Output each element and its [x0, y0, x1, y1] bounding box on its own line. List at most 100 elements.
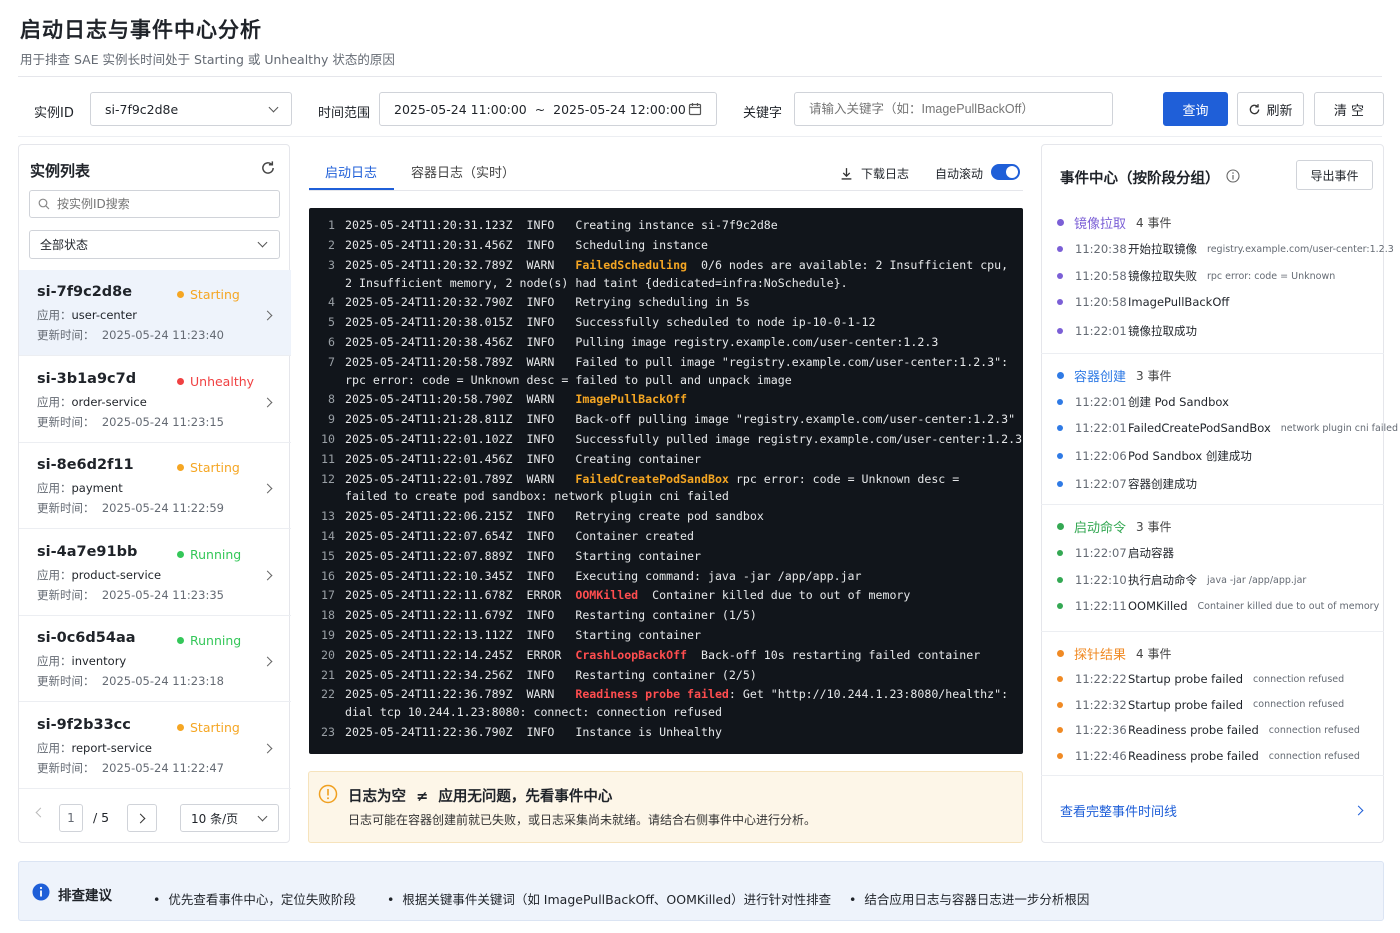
refresh-icon: [1250, 103, 1260, 114]
log-text: 2025-05-24T11:22:34.256Z INFO Restarting…: [335, 667, 1023, 685]
info-icon: [32, 883, 50, 901]
tab-divider: [309, 190, 1023, 191]
event-item[interactable]: 11:20:38 开始拉取镜像 registry.example.com/user-…: [1057, 241, 1394, 257]
search-icon: [38, 198, 50, 210]
instance-id-select[interactable]: si-7f9c2d8e: [90, 92, 292, 126]
event-group-header[interactable]: 镜像拉取 4 事件: [1057, 213, 1171, 232]
log-base: 2025-05-24T11:22:36.790Z INFO Instance i…: [345, 725, 722, 740]
event-item[interactable]: 11:22:01 创建 Pod Sandbox: [1057, 394, 1239, 410]
log-base: 2025-05-24T11:22:01.456Z INFO Creating c…: [345, 451, 701, 466]
download-icon: [841, 168, 852, 180]
page-input[interactable]: 1: [59, 804, 83, 832]
log-text: 2025-05-24T11:22:11.678Z ERROR OOMKilled…: [335, 587, 1023, 605]
prev-page-icon[interactable]: [35, 807, 46, 818]
event-item[interactable]: 11:22:46 Readiness probe failed connection…: [1057, 749, 1360, 763]
instance-search[interactable]: [29, 190, 280, 218]
troubleshoot-advice: 排查建议 • 优先查看事件中心，定位失败阶段 • 根据关键事件关键词（如 Ima…: [18, 861, 1384, 921]
download-log-button[interactable]: 下载日志: [840, 165, 909, 182]
info-icon[interactable]: [1226, 169, 1240, 183]
chevron-right-icon[interactable]: [1353, 805, 1364, 816]
event-item[interactable]: 11:22:11 OOMKilled Container killed due to…: [1057, 599, 1379, 613]
log-base: 2025-05-24T11:22:01.102Z INFO Successful…: [345, 431, 1023, 446]
log-line: 2 2025-05-24T11:20:31.456Z INFO Schedulin…: [309, 237, 1023, 255]
event-name: 容器创建成功: [1128, 476, 1197, 491]
line-number: 11: [321, 451, 335, 466]
event-item[interactable]: 11:22:10 执行启动命令 java -jar /app/app.jar: [1057, 572, 1306, 588]
instance-app: 应用：inventory: [37, 653, 291, 669]
refresh-icon[interactable]: [260, 160, 276, 176]
log-keyword: OOMKilled: [575, 588, 639, 603]
full-timeline-link[interactable]: 查看完整事件时间线: [1060, 801, 1177, 820]
event-dot: [1057, 327, 1063, 334]
log-base: 2025-05-24T11:22:34.256Z INFO Restarting…: [345, 667, 757, 682]
instance-app: 应用：report-service: [37, 740, 291, 756]
event-time: 11:22:46: [1075, 749, 1127, 764]
clear-button[interactable]: 清 空: [1314, 92, 1384, 126]
status-filter-select[interactable]: 全部状态: [29, 230, 280, 259]
log-terminal[interactable]: 1 2025-05-24T11:20:31.123Z INFO Creating …: [309, 208, 1023, 754]
refresh-label: 刷新: [1266, 103, 1293, 119]
event-item[interactable]: 11:22:01 FailedCreatePodSandBox network pl…: [1057, 421, 1398, 435]
autoscroll-toggle[interactable]: [991, 164, 1020, 180]
instance-item[interactable]: si-0c6d54aa Running 应用：inventory 更新时间： 2…: [19, 616, 291, 702]
event-item[interactable]: 11:22:07 容器创建成功: [1057, 476, 1207, 492]
next-page-button[interactable]: [127, 804, 157, 832]
instance-item[interactable]: si-3b1a9c7d Unhealthy 应用：order-service 更…: [19, 357, 291, 443]
event-item[interactable]: 11:22:06 Pod Sandbox 创建成功: [1057, 448, 1262, 464]
log-line: 22 2025-05-24T11:22:36.789Z WARN Readines…: [309, 686, 1023, 722]
event-time: 11:22:36: [1075, 723, 1127, 738]
refresh-button[interactable]: 刷新: [1237, 92, 1304, 126]
event-item[interactable]: 11:20:58 ImagePullBackOff: [1057, 295, 1239, 309]
event-center-title: 事件中心（按阶段分组）: [1060, 171, 1220, 187]
instance-item[interactable]: si-7f9c2d8e Starting 应用：user-center 更新时间…: [19, 270, 291, 356]
line-number: 7: [328, 354, 335, 369]
event-name: 镜像拉取失败: [1128, 269, 1197, 284]
event-name: Readiness probe failed: [1128, 749, 1259, 764]
event-item[interactable]: 11:22:07 启动容器: [1057, 545, 1184, 561]
time-range-picker[interactable]: 2025-05-24 11:00:00 ~ 2025-05-24 12:00:0…: [379, 92, 717, 126]
event-item[interactable]: 11:22:32 Startup probe failed connection r…: [1057, 698, 1344, 712]
event-detail: network plugin cni failed: [1280, 422, 1398, 434]
app-name: product-service: [71, 567, 162, 582]
log-line: 6 2025-05-24T11:20:38.456Z INFO Pulling i…: [309, 334, 1023, 352]
instance-list-panel: 实例列表 全部状态 si-7f9c2d8e Starting 应用：user-c…: [18, 144, 291, 843]
instance-search-input[interactable]: [57, 197, 257, 211]
tab-startup-log[interactable]: 启动日志: [325, 162, 377, 181]
log-text: 2025-05-24T11:21:28.811Z INFO Back-off p…: [335, 411, 1023, 429]
instance-id-label: 实例ID: [34, 106, 74, 121]
log-text: 2025-05-24T11:22:36.789Z WARN Readiness …: [335, 686, 1023, 722]
event-group-header[interactable]: 容器创建 3 事件: [1057, 366, 1171, 385]
log-base: 2025-05-24T11:22:14.245Z ERROR: [345, 647, 576, 662]
instance-item[interactable]: si-9f2b33cc Starting 应用：report-service 更…: [19, 703, 291, 789]
line-number: 2: [328, 237, 335, 252]
log-base: 2025-05-24T11:22:01.789Z WARN: [345, 471, 576, 486]
query-label: 查询: [1182, 103, 1209, 119]
event-dot: [1057, 273, 1063, 280]
update-time: 2025-05-24 11:23:40: [101, 328, 224, 342]
group-count: 4 事件: [1136, 216, 1172, 230]
log-base: 2025-05-24T11:22:07.889Z INFO Starting c…: [345, 548, 701, 563]
instance-id: si-8e6d2f11: [37, 457, 134, 473]
status-dot: [177, 723, 184, 731]
notice-title: 日志为空 ≠ 应用无问题，先看事件中心: [348, 789, 613, 805]
instance-item[interactable]: si-8e6d2f11 Starting 应用：payment 更新时间： 20…: [19, 443, 291, 529]
query-button[interactable]: 查询: [1163, 92, 1228, 126]
event-item[interactable]: 11:22:36 Readiness probe failed connection…: [1057, 723, 1360, 737]
export-events-button[interactable]: 导出事件: [1296, 160, 1373, 190]
event-item[interactable]: 11:20:58 镜像拉取失败 rpc error: code = Unknown: [1057, 268, 1335, 284]
keyword-input[interactable]: [794, 92, 1113, 126]
tab-container-log[interactable]: 容器日志（实时）: [411, 162, 515, 181]
instance-item[interactable]: si-4a7e91bb Running 应用：product-service 更…: [19, 530, 291, 616]
chevron-down-icon: [257, 237, 268, 248]
event-name: FailedCreatePodSandBox: [1128, 421, 1271, 436]
event-name: Startup probe failed: [1128, 697, 1244, 712]
log-line: 9 2025-05-24T11:21:28.811Z INFO Back-off …: [309, 411, 1023, 429]
line-number: 8: [328, 392, 335, 407]
instance-updated: 更新时间： 2025-05-24 11:23:40: [37, 327, 291, 343]
event-group-header[interactable]: 启动命令 3 事件: [1057, 517, 1171, 536]
event-item[interactable]: 11:22:22 Startup probe failed connection r…: [1057, 672, 1344, 686]
event-dot: [1057, 299, 1063, 306]
event-item[interactable]: 11:22:01 镜像拉取成功: [1057, 323, 1207, 339]
event-group-header[interactable]: 探针结果 4 事件: [1057, 644, 1171, 663]
page-size-select[interactable]: 10 条/页: [180, 804, 279, 832]
